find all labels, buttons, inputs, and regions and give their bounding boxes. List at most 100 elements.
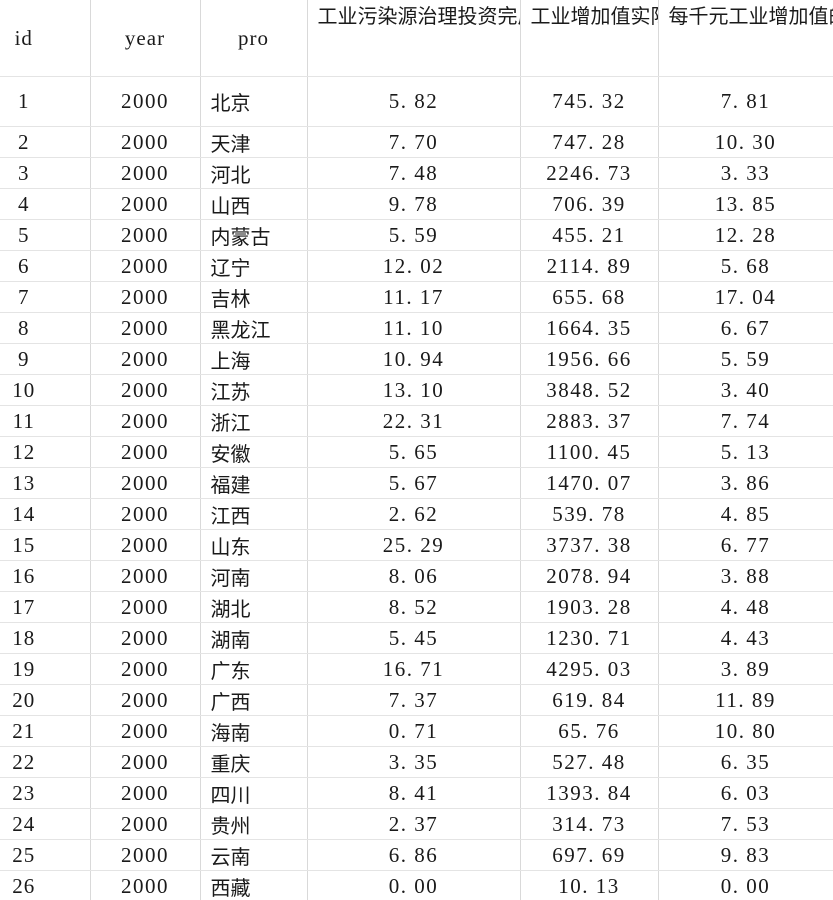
- table-row[interactable]: 17 2000 湖北 8. 52 1903. 28 4. 48: [0, 591, 833, 623]
- table-cell-added-value[interactable]: 1100. 45: [520, 436, 659, 468]
- table-cell-year[interactable]: 2000: [90, 281, 201, 313]
- table-cell-id[interactable]: 21: [0, 715, 91, 747]
- column-header-id[interactable]: id: [0, 0, 91, 77]
- table-cell-regulation[interactable]: 3. 33: [658, 157, 833, 189]
- table-cell-year[interactable]: 2000: [90, 467, 201, 499]
- table-cell-regulation[interactable]: 5. 13: [658, 436, 833, 468]
- table-row[interactable]: 15 2000 山东 25. 29 3737. 38 6. 77: [0, 529, 833, 561]
- table-cell-added-value[interactable]: 706. 39: [520, 188, 659, 220]
- table-cell-investment[interactable]: 5. 45: [307, 622, 521, 654]
- table-cell-investment[interactable]: 5. 67: [307, 467, 521, 499]
- table-cell-investment[interactable]: 16. 71: [307, 653, 521, 685]
- table-cell-regulation[interactable]: 10. 30: [658, 126, 833, 158]
- column-header-investment[interactable]: 工业污染源治理投资完成实际额: [307, 0, 521, 77]
- table-cell-added-value[interactable]: 1230. 71: [520, 622, 659, 654]
- table-cell-id[interactable]: 5: [0, 219, 91, 251]
- table-cell-province[interactable]: 浙江: [200, 405, 308, 437]
- table-cell-year[interactable]: 2000: [90, 622, 201, 654]
- table-cell-regulation[interactable]: 3. 88: [658, 560, 833, 592]
- table-cell-added-value[interactable]: 1956. 66: [520, 343, 659, 375]
- table-cell-id[interactable]: 24: [0, 808, 91, 840]
- table-cell-investment[interactable]: 7. 70: [307, 126, 521, 158]
- table-cell-province[interactable]: 江西: [200, 498, 308, 530]
- table-row[interactable]: 26 2000 西藏 0. 00 10. 13 0. 00: [0, 870, 833, 900]
- table-cell-id[interactable]: 16: [0, 560, 91, 592]
- table-cell-added-value[interactable]: 1393. 84: [520, 777, 659, 809]
- table-row[interactable]: 18 2000 湖南 5. 45 1230. 71 4. 43: [0, 622, 833, 654]
- table-cell-regulation[interactable]: 5. 68: [658, 250, 833, 282]
- table-cell-id[interactable]: 9: [0, 343, 91, 375]
- column-header-added-value[interactable]: 工业增加值实际值（亿元）: [520, 0, 659, 77]
- table-cell-investment[interactable]: 6. 86: [307, 839, 521, 871]
- table-cell-investment[interactable]: 2. 62: [307, 498, 521, 530]
- table-cell-regulation[interactable]: 7. 81: [658, 76, 833, 127]
- table-cell-id[interactable]: 23: [0, 777, 91, 809]
- column-header-pro[interactable]: pro: [200, 0, 308, 77]
- table-row[interactable]: 14 2000 江西 2. 62 539. 78 4. 85: [0, 498, 833, 530]
- table-cell-added-value[interactable]: 1664. 35: [520, 312, 659, 344]
- table-cell-id[interactable]: 7: [0, 281, 91, 313]
- table-cell-province[interactable]: 山东: [200, 529, 308, 561]
- table-cell-year[interactable]: 2000: [90, 808, 201, 840]
- table-cell-province[interactable]: 河北: [200, 157, 308, 189]
- table-cell-added-value[interactable]: 1470. 07: [520, 467, 659, 499]
- table-cell-regulation[interactable]: 5. 59: [658, 343, 833, 375]
- table-row[interactable]: 19 2000 广东 16. 71 4295. 03 3. 89: [0, 653, 833, 685]
- table-cell-year[interactable]: 2000: [90, 684, 201, 716]
- table-cell-investment[interactable]: 7. 48: [307, 157, 521, 189]
- table-cell-province[interactable]: 广西: [200, 684, 308, 716]
- table-cell-added-value[interactable]: 455. 21: [520, 219, 659, 251]
- table-row[interactable]: 12 2000 安徽 5. 65 1100. 45 5. 13: [0, 436, 833, 468]
- table-cell-investment[interactable]: 0. 71: [307, 715, 521, 747]
- table-cell-investment[interactable]: 11. 17: [307, 281, 521, 313]
- table-cell-province[interactable]: 西藏: [200, 870, 308, 900]
- table-cell-added-value[interactable]: 527. 48: [520, 746, 659, 778]
- table-cell-province[interactable]: 广东: [200, 653, 308, 685]
- table-cell-investment[interactable]: 8. 41: [307, 777, 521, 809]
- table-row[interactable]: 25 2000 云南 6. 86 697. 69 9. 83: [0, 839, 833, 871]
- table-cell-id[interactable]: 15: [0, 529, 91, 561]
- table-cell-year[interactable]: 2000: [90, 498, 201, 530]
- column-header-regulation[interactable]: 每千元工业增加值的工业污染治理完成投资额=环境规制: [658, 0, 833, 77]
- table-cell-regulation[interactable]: 6. 35: [658, 746, 833, 778]
- table-cell-regulation[interactable]: 3. 89: [658, 653, 833, 685]
- table-cell-regulation[interactable]: 3. 86: [658, 467, 833, 499]
- table-cell-year[interactable]: 2000: [90, 653, 201, 685]
- table-row[interactable]: 9 2000 上海 10. 94 1956. 66 5. 59: [0, 343, 833, 375]
- table-row[interactable]: 6 2000 辽宁 12. 02 2114. 89 5. 68: [0, 250, 833, 282]
- table-row[interactable]: 10 2000 江苏 13. 10 3848. 52 3. 40: [0, 374, 833, 406]
- table-cell-year[interactable]: 2000: [90, 188, 201, 220]
- table-cell-id[interactable]: 6: [0, 250, 91, 282]
- table-cell-investment[interactable]: 8. 06: [307, 560, 521, 592]
- table-cell-year[interactable]: 2000: [90, 405, 201, 437]
- table-cell-added-value[interactable]: 655. 68: [520, 281, 659, 313]
- table-cell-province[interactable]: 四川: [200, 777, 308, 809]
- table-cell-added-value[interactable]: 1903. 28: [520, 591, 659, 623]
- table-cell-year[interactable]: 2000: [90, 126, 201, 158]
- table-row[interactable]: 2 2000 天津 7. 70 747. 28 10. 30: [0, 126, 833, 158]
- table-cell-added-value[interactable]: 745. 32: [520, 76, 659, 127]
- table-cell-investment[interactable]: 22. 31: [307, 405, 521, 437]
- table-cell-year[interactable]: 2000: [90, 436, 201, 468]
- table-cell-added-value[interactable]: 619. 84: [520, 684, 659, 716]
- table-cell-added-value[interactable]: 747. 28: [520, 126, 659, 158]
- table-cell-investment[interactable]: 5. 59: [307, 219, 521, 251]
- table-cell-investment[interactable]: 25. 29: [307, 529, 521, 561]
- table-cell-id[interactable]: 10: [0, 374, 91, 406]
- table-row[interactable]: 20 2000 广西 7. 37 619. 84 11. 89: [0, 684, 833, 716]
- table-cell-added-value[interactable]: 2078. 94: [520, 560, 659, 592]
- table-cell-added-value[interactable]: 4295. 03: [520, 653, 659, 685]
- table-cell-province[interactable]: 河南: [200, 560, 308, 592]
- table-cell-year[interactable]: 2000: [90, 343, 201, 375]
- table-cell-year[interactable]: 2000: [90, 777, 201, 809]
- table-cell-province[interactable]: 福建: [200, 467, 308, 499]
- table-cell-added-value[interactable]: 314. 73: [520, 808, 659, 840]
- table-cell-province[interactable]: 天津: [200, 126, 308, 158]
- table-cell-id[interactable]: 18: [0, 622, 91, 654]
- table-cell-regulation[interactable]: 12. 28: [658, 219, 833, 251]
- table-cell-regulation[interactable]: 7. 74: [658, 405, 833, 437]
- table-cell-added-value[interactable]: 2883. 37: [520, 405, 659, 437]
- table-cell-year[interactable]: 2000: [90, 839, 201, 871]
- table-cell-added-value[interactable]: 65. 76: [520, 715, 659, 747]
- table-cell-added-value[interactable]: 697. 69: [520, 839, 659, 871]
